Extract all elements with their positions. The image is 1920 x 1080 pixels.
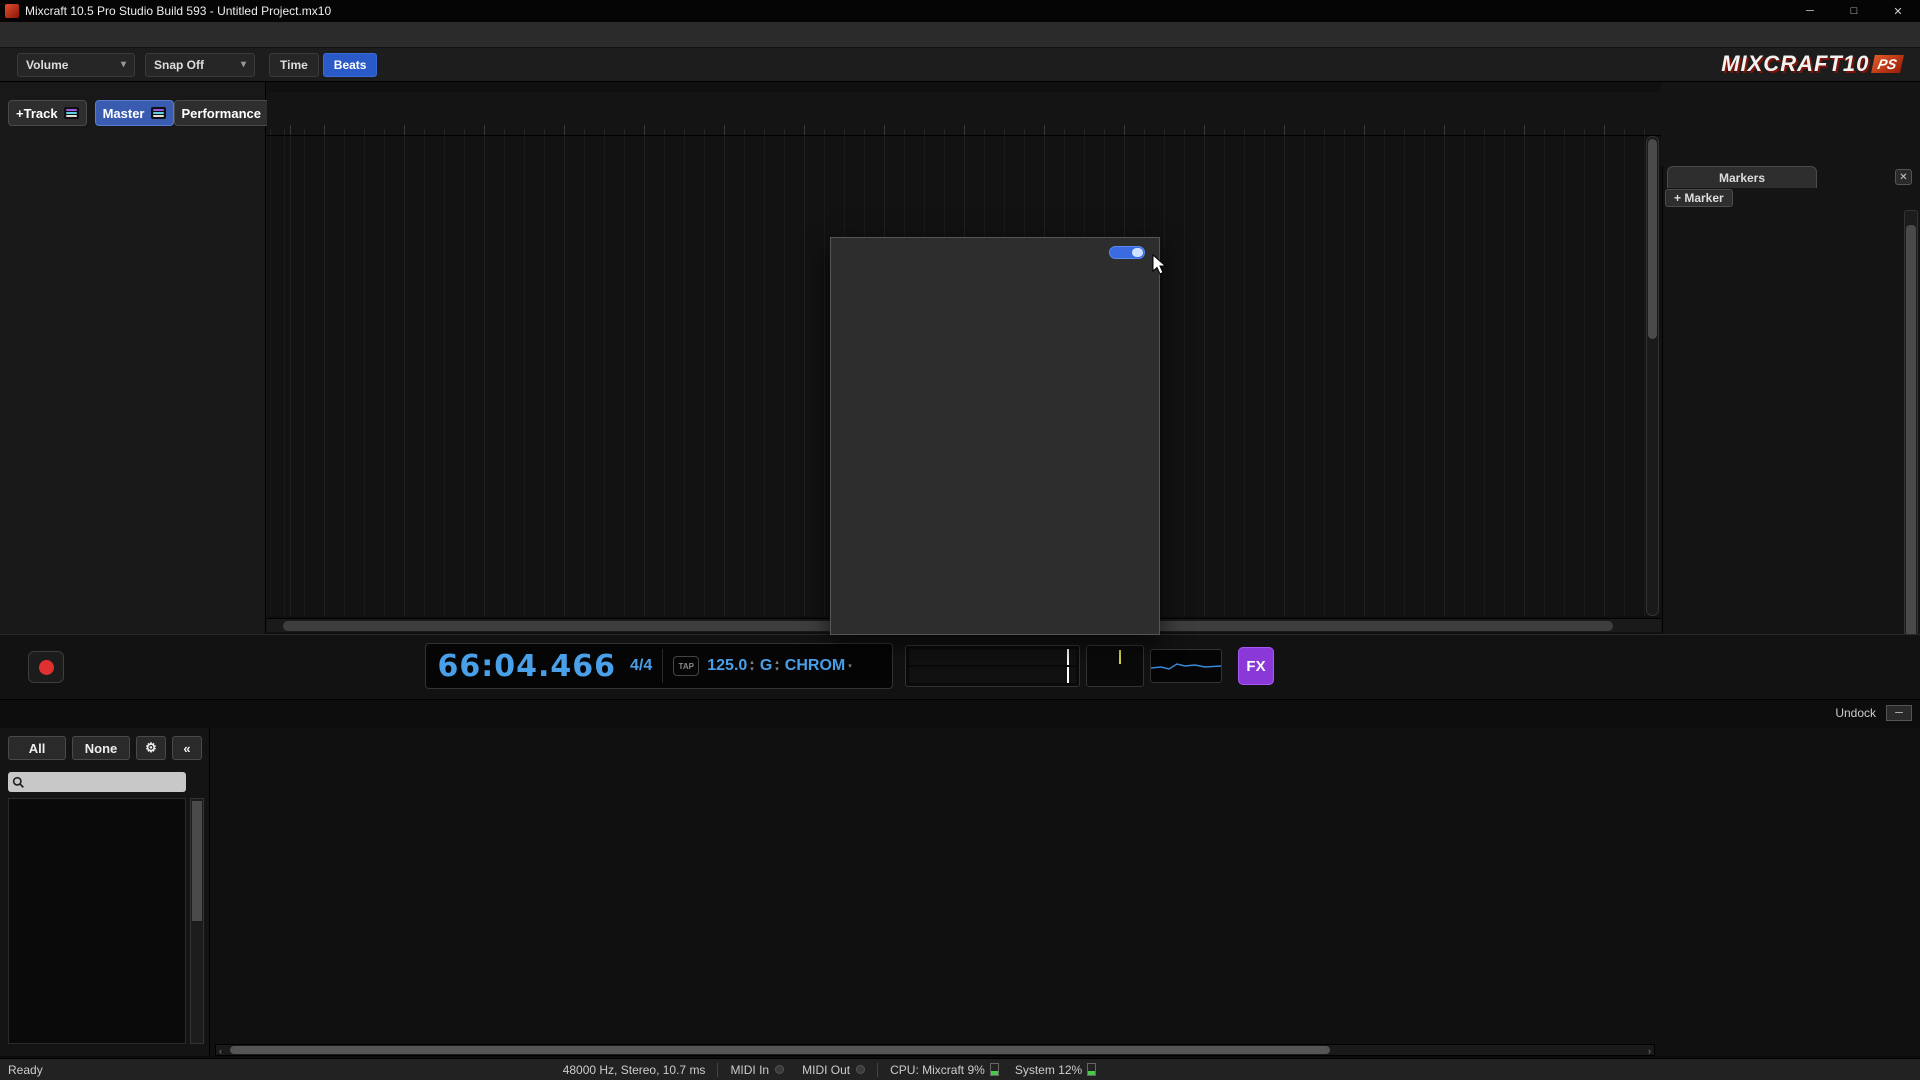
panel-minimize-icon[interactable]: ─: [1886, 705, 1912, 721]
bottom-tab-bar: Undock ─: [0, 700, 1920, 728]
maximize-button[interactable]: □: [1832, 0, 1876, 22]
fx-button[interactable]: FX: [1238, 647, 1274, 685]
automation-type-dropdown[interactable]: Volume ▾: [17, 53, 135, 77]
main-area: +Track Master Performance ▦ Markers ✕ + …: [0, 82, 1920, 634]
mixer-sidebar: All None ⚙ «: [0, 728, 210, 1056]
mixer-search-input[interactable]: [8, 772, 186, 792]
system-meter-icon: [1087, 1063, 1096, 1076]
audio-settings-status: 48000 Hz, Stereo, 10.7 ms: [563, 1063, 706, 1077]
minimize-button[interactable]: ─: [1788, 0, 1832, 22]
time-display: 66:04.466 4/4 TAP 125.0 ▴▾ G ▴▾ CHROM ▾: [425, 643, 893, 689]
output-waveform-display: [1150, 649, 1222, 683]
time-toggle-button[interactable]: Time: [269, 53, 319, 77]
mixcraft-logo: MIXCRAFT10 PS: [1721, 51, 1902, 77]
tempo-spinner[interactable]: ▴▾: [750, 659, 754, 673]
aux-meter: [1086, 645, 1144, 687]
timeline-ruler[interactable]: [267, 92, 1661, 136]
key-value[interactable]: G: [760, 657, 772, 675]
toolbar: Volume ▾ Snap Off ▾ Time Beats MIXCRAFT1…: [0, 48, 1920, 82]
mixer-horizontal-scrollbar[interactable]: ‹›: [215, 1044, 1655, 1056]
markers-panel: Markers ✕ + Marker: [1662, 166, 1920, 714]
tempo-value[interactable]: 125.0: [707, 657, 747, 675]
add-marker-button[interactable]: + Marker: [1665, 189, 1733, 207]
scale-mode-value[interactable]: CHROM: [785, 657, 845, 675]
mixer-panel: All None ⚙ « ‹›: [0, 728, 1920, 1056]
beats-toggle-button[interactable]: Beats: [323, 53, 378, 77]
menu-bar: [0, 22, 1920, 48]
add-track-button[interactable]: +Track: [8, 100, 87, 126]
markers-close-icon[interactable]: ✕: [1895, 169, 1912, 185]
automation-type-value: Volume: [26, 58, 68, 72]
filter-all-button[interactable]: All: [8, 736, 66, 760]
app-logo-icon: [5, 4, 19, 18]
master-list-icon: [151, 107, 166, 119]
undock-label[interactable]: Undock: [1835, 706, 1876, 720]
clip-context-menu: [830, 237, 1160, 635]
snap-dropdown[interactable]: Snap Off ▾: [145, 53, 255, 77]
master-level-meters: [905, 645, 1080, 687]
cpu-usage: CPU: Mixcraft 9%: [890, 1063, 985, 1077]
time-signature: 4/4: [630, 657, 652, 675]
snap-value: Snap Off: [154, 58, 204, 72]
time-readout: 66:04.466: [426, 649, 616, 684]
system-usage: System 12%: [1015, 1063, 1082, 1077]
collapse-sidebar-icon[interactable]: «: [172, 736, 202, 760]
status-ready: Ready: [8, 1063, 43, 1077]
chevron-down-icon: ▾: [241, 59, 246, 70]
track-list-panel: +Track Master Performance ▦: [0, 82, 266, 634]
mouse-cursor: [1152, 254, 1169, 281]
tree-scrollbar[interactable]: [190, 798, 204, 1044]
midi-in-indicator: [775, 1065, 784, 1074]
status-bar: Ready 48000 Hz, Stereo, 10.7 ms MIDI In …: [0, 1058, 1920, 1080]
markers-tab[interactable]: Markers: [1667, 166, 1817, 188]
midi-in-label: MIDI In: [730, 1063, 769, 1077]
filter-none-button[interactable]: None: [72, 736, 130, 760]
mixer-settings-icon[interactable]: ⚙: [136, 736, 166, 760]
window-title: Mixcraft 10.5 Pro Studio Build 593 - Unt…: [25, 4, 331, 18]
midi-out-label: MIDI Out: [802, 1063, 850, 1077]
master-track-button[interactable]: Master: [95, 100, 174, 126]
chevron-down-icon: ▾: [121, 59, 126, 70]
mixer-track-tree: [8, 798, 186, 1044]
context-toggle-switch[interactable]: [1109, 246, 1145, 259]
scale-mode-dropdown-icon[interactable]: ▾: [848, 663, 852, 670]
midi-out-indicator: [856, 1065, 865, 1074]
tap-tempo-button[interactable]: TAP: [673, 656, 699, 676]
close-button[interactable]: ✕: [1876, 0, 1920, 22]
key-spinner[interactable]: ▴▾: [775, 659, 779, 673]
cpu-meter-icon: [990, 1063, 999, 1076]
record-button[interactable]: [28, 651, 64, 683]
title-bar: Mixcraft 10.5 Pro Studio Build 593 - Unt…: [0, 0, 1920, 22]
search-icon: [12, 776, 25, 789]
transport-bar: 66:04.466 4/4 TAP 125.0 ▴▾ G ▴▾ CHROM ▾ …: [0, 634, 1920, 700]
track-list-icon: [64, 107, 79, 119]
arrange-vertical-scrollbar[interactable]: [1646, 136, 1659, 616]
